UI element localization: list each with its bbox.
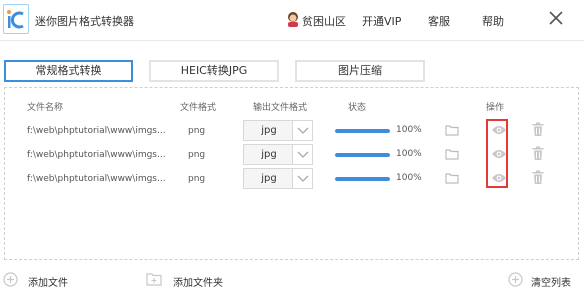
folder-plus-icon [146, 272, 162, 290]
plus-circle-icon [3, 272, 18, 290]
column-header-name: 文件名称 [27, 103, 64, 113]
vip-link[interactable]: 开通VIP [362, 13, 401, 29]
folder-icon[interactable] [445, 148, 459, 160]
add-file-button[interactable]: 添加文件 [3, 272, 83, 290]
output-format-select[interactable]: jpg [243, 120, 313, 141]
plus-circle-icon [508, 272, 523, 290]
progress-fill [335, 153, 390, 157]
table-row: f:\web\phptutorial\www\imgs... png jpg 1… [27, 119, 552, 143]
clear-list-button[interactable]: 清空列表 [508, 272, 582, 290]
app-logo [3, 4, 29, 34]
user-name[interactable]: 贫困山区 [302, 13, 346, 29]
preview-highlight-box [486, 119, 508, 188]
avatar[interactable] [286, 11, 300, 27]
folder-icon[interactable] [445, 172, 459, 184]
progress-bar [335, 153, 390, 157]
file-path: f:\web\phptutorial\www\imgs... [27, 150, 166, 160]
output-format-value: jpg [261, 125, 277, 136]
app-title: 迷你图片格式转换器 [35, 15, 134, 28]
progress-text: 100% [396, 173, 422, 183]
file-format: png [188, 150, 206, 160]
progress-bar [335, 129, 390, 133]
progress-fill [335, 177, 390, 181]
close-icon[interactable] [546, 8, 566, 28]
help-link[interactable]: 帮助 [482, 13, 504, 29]
file-path: f:\web\phptutorial\www\imgs... [27, 174, 166, 184]
output-format-value: jpg [261, 149, 277, 160]
tab-standard-conversion[interactable]: 常规格式转换 [4, 60, 133, 82]
add-folder-label: 添加文件夹 [173, 278, 223, 289]
folder-icon[interactable] [445, 124, 459, 136]
file-format: png [188, 174, 206, 184]
output-format-value: jpg [261, 173, 277, 184]
file-format: png [188, 126, 206, 136]
title-bar: 迷你图片格式转换器 贫困山区 开通VIP 客服 帮助 [0, 0, 584, 40]
chevron-down-icon[interactable] [292, 121, 312, 140]
tab-heic-to-jpg[interactable]: HEIC转换JPG [149, 60, 279, 82]
chevron-down-icon[interactable] [292, 145, 312, 164]
file-path: f:\web\phptutorial\www\imgs... [27, 126, 166, 136]
table-row: f:\web\phptutorial\www\imgs... png jpg 1… [27, 143, 552, 167]
chevron-down-icon[interactable] [292, 169, 312, 188]
column-header-actions: 操作 [486, 103, 505, 113]
clear-list-label: 清空列表 [531, 278, 571, 289]
trash-icon[interactable] [532, 146, 544, 161]
progress-fill [335, 129, 390, 133]
progress-text: 100% [396, 149, 422, 159]
output-format-select[interactable]: jpg [243, 144, 313, 165]
output-format-select[interactable]: jpg [243, 168, 313, 189]
tab-image-compress[interactable]: 图片压缩 [295, 60, 425, 82]
column-header-output: 输出文件格式 [253, 103, 308, 113]
column-header-format: 文件格式 [180, 103, 217, 113]
add-folder-button[interactable]: 添加文件夹 [146, 272, 256, 290]
progress-text: 100% [396, 125, 422, 135]
trash-icon[interactable] [532, 122, 544, 137]
progress-bar [335, 177, 390, 181]
column-header-status: 状态 [348, 103, 367, 113]
table-row: f:\web\phptutorial\www\imgs... png jpg 1… [27, 167, 552, 191]
add-file-label: 添加文件 [28, 278, 68, 289]
title-divider [0, 40, 584, 41]
support-link[interactable]: 客服 [428, 13, 450, 29]
trash-icon[interactable] [532, 170, 544, 185]
